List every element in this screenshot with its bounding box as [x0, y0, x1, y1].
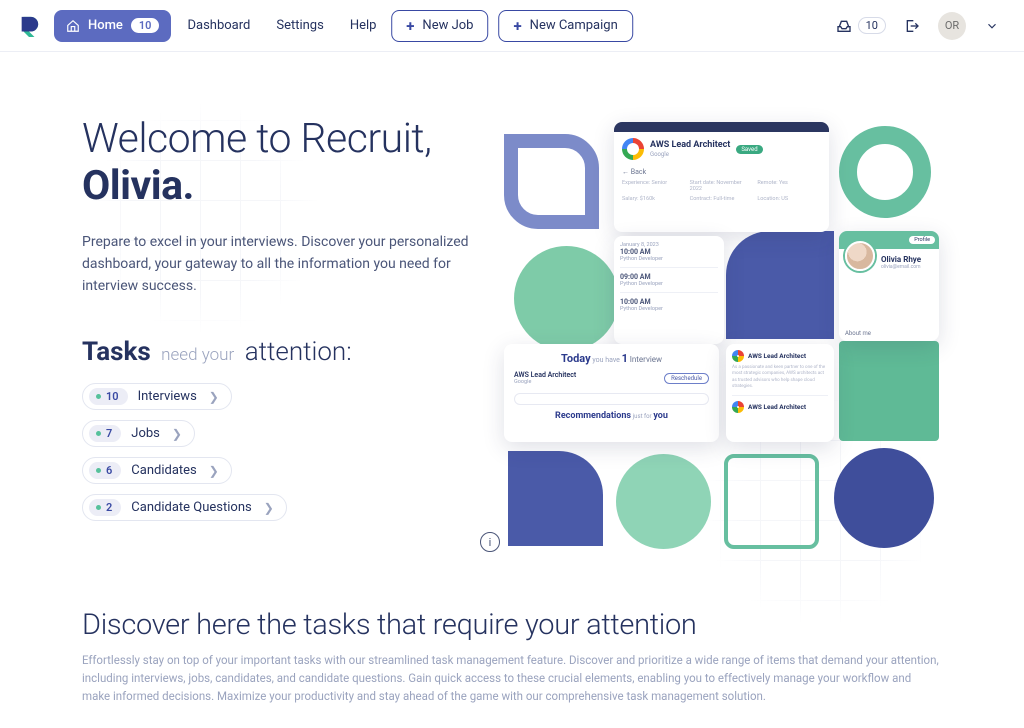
shape-square-green [839, 341, 939, 441]
nav-help[interactable]: Help [340, 12, 387, 39]
chevron-right-icon: ❯ [209, 464, 219, 478]
card-today: Today you have 1 Interview AWS Lead Arch… [504, 344, 719, 442]
new-job-label: New Job [422, 18, 473, 33]
right-group: 10 OR [836, 12, 1006, 40]
task-label: Jobs [131, 426, 160, 441]
shape-circle-navy [834, 448, 934, 548]
task-count: 10 [89, 388, 128, 405]
card-schedule: January 8, 2023 10:00 AM Python Develope… [614, 236, 724, 344]
hero-subtitle: Prepare to excel in your interviews. Dis… [82, 232, 482, 297]
tasks-heading: Tasks need your attention: [82, 337, 484, 367]
task-interviews[interactable]: 10 Interviews ❯ [82, 383, 232, 410]
nav-settings[interactable]: Settings [266, 12, 333, 39]
user-avatar[interactable]: OR [938, 12, 966, 40]
task-label: Candidates [131, 463, 196, 478]
profile-name: Olivia Rhye [881, 255, 921, 264]
shape-circle-green [616, 454, 711, 549]
job-title: AWS Lead Architect [650, 140, 730, 150]
about-me-label: About me [845, 330, 871, 337]
logout-button[interactable] [898, 12, 926, 40]
google-logo-icon [622, 138, 644, 160]
card-listing: AWS Lead Architect As a passionate and k… [726, 344, 834, 442]
tasks-word-mid: attention: [245, 337, 352, 367]
logout-icon [904, 18, 920, 34]
page-title: Welcome to Recruit, Olivia. [82, 116, 484, 210]
avatar [845, 241, 875, 271]
card-job-detail: AWS Lead Architect Google Saved ← Back E… [614, 122, 829, 232]
home-icon [66, 19, 80, 33]
main: Welcome to Recruit, Olivia. Prepare to e… [0, 52, 1024, 576]
task-candidate-questions[interactable]: 2 Candidate Questions ❯ [82, 494, 287, 521]
discover-body: Effortlessly stay on top of your importa… [82, 652, 942, 705]
task-count: 6 [89, 462, 121, 479]
greeting-name: Olivia. [82, 163, 484, 210]
chevron-right-icon: ❯ [172, 427, 182, 441]
hero-collage: AWS Lead Architect Google Saved ← Back E… [504, 116, 984, 576]
chevron-right-icon: ❯ [264, 501, 274, 515]
nav-home[interactable]: Home 10 [54, 10, 171, 42]
task-candidates[interactable]: 6 Candidates ❯ [82, 457, 232, 484]
status-badge: Saved [736, 145, 762, 154]
inbox-icon [836, 18, 852, 34]
google-logo-icon [732, 401, 744, 413]
reschedule-button: Reschedule [664, 373, 709, 384]
new-campaign-button[interactable]: + New Campaign [498, 10, 632, 42]
primary-nav: Home 10 Dashboard Settings Help [54, 10, 420, 42]
new-campaign-label: New Campaign [530, 18, 618, 33]
nav-home-label: Home [88, 18, 123, 33]
chevron-right-icon: ❯ [209, 390, 219, 404]
tasks-word-strong: Tasks [82, 337, 151, 367]
inbox-button[interactable]: 10 [836, 17, 886, 34]
task-label: Interviews [138, 389, 197, 404]
google-logo-icon [732, 350, 744, 362]
shape-square-outline [724, 454, 819, 549]
nav-home-badge: 10 [131, 18, 160, 33]
discover-heading: Discover here the tasks that require you… [82, 608, 942, 642]
discover-section: Discover here the tasks that require you… [0, 576, 1024, 705]
inbox-count: 10 [858, 17, 886, 34]
hero-left: Welcome to Recruit, Olivia. Prepare to e… [82, 116, 484, 576]
card-header-bar [614, 122, 829, 132]
task-jobs[interactable]: 7 Jobs ❯ [82, 420, 195, 447]
greeting-prefix: Welcome to Recruit, [82, 115, 431, 163]
task-list: 10 Interviews ❯ 7 Jobs ❯ 6 Candidates ❯ … [82, 383, 484, 521]
topbar: Home 10 Dashboard Settings Help + New Jo… [0, 0, 1024, 52]
shape-circle-green [514, 246, 619, 351]
shape-leaf-outline [504, 134, 599, 229]
job-company: Google [650, 151, 669, 158]
tasks-word-light: need your [157, 345, 238, 365]
task-label: Candidate Questions [131, 500, 251, 515]
nav-dashboard[interactable]: Dashboard [177, 12, 260, 39]
chevron-down-icon [985, 19, 999, 33]
account-menu-toggle[interactable] [978, 12, 1006, 40]
shape-leaf-solid [726, 231, 834, 339]
task-count: 2 [89, 499, 121, 516]
task-count: 7 [89, 425, 121, 442]
card-profile: Profile Olivia Rhye olivia@email.com Abo… [839, 231, 939, 341]
back-link: ← Back [622, 168, 821, 176]
new-job-button[interactable]: + New Job [391, 10, 488, 42]
profile-button: Profile [909, 236, 935, 244]
brand-logo [18, 15, 40, 37]
shape-leaf-solid [508, 451, 603, 546]
info-icon[interactable]: i [480, 532, 500, 552]
shape-ring [839, 126, 931, 218]
center-actions: + New Job + New Campaign [391, 10, 633, 42]
